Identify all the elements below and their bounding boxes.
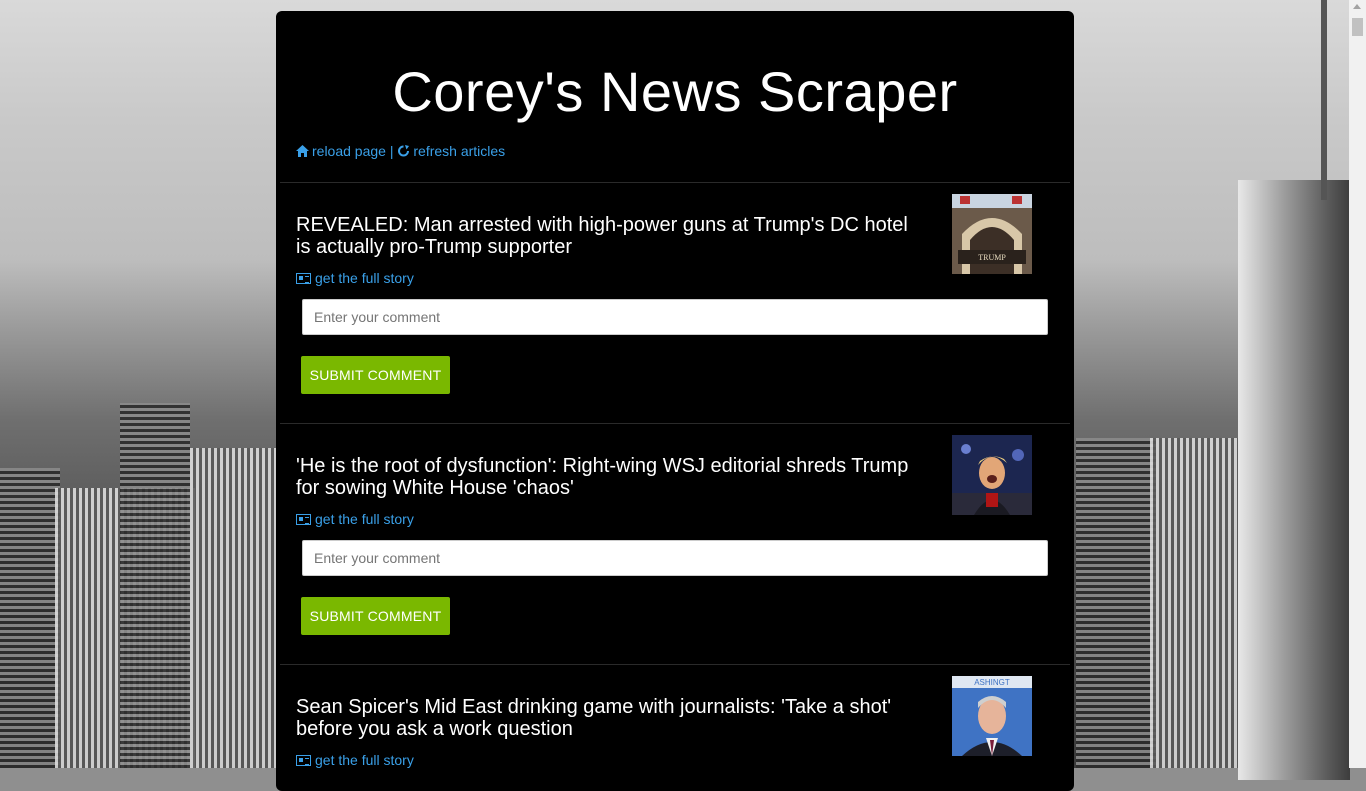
article-thumbnail xyxy=(952,435,1032,515)
scrollbar-thumb[interactable] xyxy=(1352,18,1363,36)
scroll-up-icon[interactable] xyxy=(1353,4,1361,9)
background-tower xyxy=(1238,180,1350,780)
divider xyxy=(280,182,1070,183)
background-building xyxy=(1150,438,1250,768)
nav-links: reload page | refresh articles xyxy=(296,143,505,159)
article-thumbnail: ASHINGT xyxy=(952,676,1032,756)
refresh-icon xyxy=(398,145,410,157)
comment-input[interactable] xyxy=(302,540,1048,576)
thumbnail-caption: TRUMP xyxy=(978,253,1006,262)
background-building xyxy=(120,403,190,768)
full-story-label: get the full story xyxy=(315,270,414,286)
background-building xyxy=(190,448,276,768)
refresh-articles-label: refresh articles xyxy=(413,143,506,159)
background-mast xyxy=(1321,0,1327,200)
page-scrollbar[interactable] xyxy=(1349,0,1366,768)
divider xyxy=(280,664,1070,665)
thumbnail-caption: ASHINGT xyxy=(974,678,1010,687)
full-story-link[interactable]: get the full story xyxy=(296,511,414,527)
full-story-label: get the full story xyxy=(315,752,414,768)
divider xyxy=(280,423,1070,424)
newspaper-icon xyxy=(296,755,311,766)
full-story-link[interactable]: get the full story xyxy=(296,752,414,768)
article-headline: 'He is the root of dysfunction': Right-w… xyxy=(296,455,909,499)
refresh-articles-link[interactable]: refresh articles xyxy=(397,143,505,159)
main-panel: Corey's News Scraper reload page | refre… xyxy=(276,11,1074,791)
reload-page-link[interactable]: reload page xyxy=(296,143,390,159)
article-headline: Sean Spicer's Mid East drinking game wit… xyxy=(296,696,892,740)
home-icon xyxy=(296,145,309,157)
link-separator: | xyxy=(389,143,394,159)
newspaper-icon xyxy=(296,514,311,525)
background-building xyxy=(0,468,60,768)
page-title: Corey's News Scraper xyxy=(392,60,958,123)
full-story-label: get the full story xyxy=(315,511,414,527)
full-story-link[interactable]: get the full story xyxy=(296,270,414,286)
comment-input[interactable] xyxy=(302,299,1048,335)
submit-comment-button[interactable]: SUBMIT COMMENT xyxy=(301,597,450,635)
article-headline: REVEALED: Man arrested with high-power g… xyxy=(296,214,908,258)
background-building xyxy=(1076,438,1156,768)
submit-comment-button[interactable]: SUBMIT COMMENT xyxy=(301,356,450,394)
article-thumbnail: TRUMP xyxy=(952,194,1032,274)
newspaper-icon xyxy=(296,273,311,284)
reload-page-label: reload page xyxy=(312,143,386,159)
